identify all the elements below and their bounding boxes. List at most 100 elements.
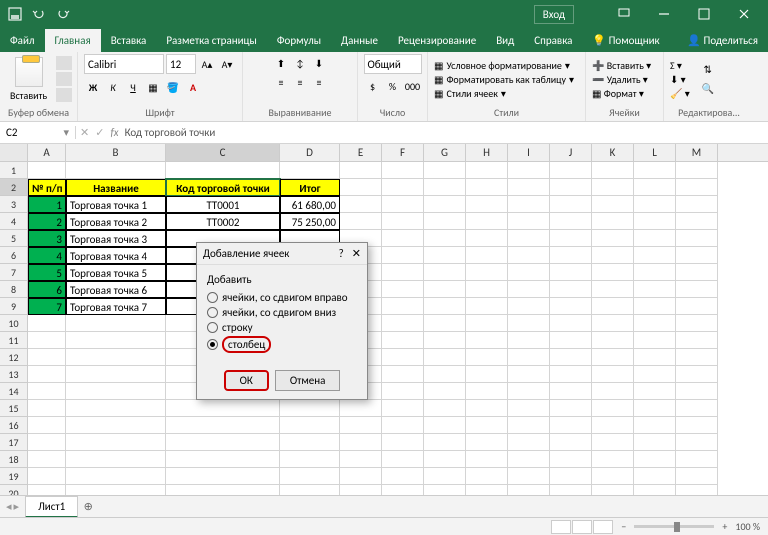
cell-F13[interactable] xyxy=(382,366,424,383)
cell-B5[interactable]: Торговая точка 3 xyxy=(66,230,166,247)
cell-J4[interactable] xyxy=(550,213,592,230)
cell-F2[interactable] xyxy=(382,179,424,196)
cell-K8[interactable] xyxy=(592,281,634,298)
cell-C2[interactable]: Код торговой точки xyxy=(166,179,280,196)
cell-K9[interactable] xyxy=(592,298,634,315)
cell-L9[interactable] xyxy=(634,298,676,315)
cell-H18[interactable] xyxy=(466,451,508,468)
row-header[interactable]: 18 xyxy=(0,451,28,468)
sheet-tab-1[interactable]: Лист1 xyxy=(25,496,78,518)
cell-J14[interactable] xyxy=(550,383,592,400)
cell-I12[interactable] xyxy=(508,349,550,366)
cell-K4[interactable] xyxy=(592,213,634,230)
cell-L10[interactable] xyxy=(634,315,676,332)
cell-D1[interactable] xyxy=(280,162,340,179)
cell-L15[interactable] xyxy=(634,400,676,417)
cell-H6[interactable] xyxy=(466,247,508,264)
tab-help[interactable]: Справка xyxy=(524,29,582,52)
column-header-B[interactable]: B xyxy=(66,144,166,161)
cell-B16[interactable] xyxy=(66,417,166,434)
cell-M19[interactable] xyxy=(676,468,718,485)
cell-F1[interactable] xyxy=(382,162,424,179)
page-layout-view-icon[interactable] xyxy=(572,520,592,534)
format-cells-button[interactable]: ▦ Формат ▾ xyxy=(592,87,651,100)
cell-A6[interactable]: 4 xyxy=(28,247,66,264)
cancel-formula-icon[interactable]: ✕ xyxy=(80,126,89,139)
font-color-icon[interactable]: A xyxy=(184,78,202,96)
zoom-in-icon[interactable]: + xyxy=(722,520,727,533)
cell-I2[interactable] xyxy=(508,179,550,196)
cell-J19[interactable] xyxy=(550,468,592,485)
close-icon[interactable] xyxy=(724,0,764,28)
dialog-close-icon[interactable]: ✕ xyxy=(352,247,361,260)
row-header[interactable]: 15 xyxy=(0,400,28,417)
cell-H1[interactable] xyxy=(466,162,508,179)
cell-L1[interactable] xyxy=(634,162,676,179)
cell-M1[interactable] xyxy=(676,162,718,179)
cell-B18[interactable] xyxy=(66,451,166,468)
cell-M2[interactable] xyxy=(676,179,718,196)
cell-K10[interactable] xyxy=(592,315,634,332)
align-right-icon[interactable]: ≡ xyxy=(310,73,328,91)
cell-M10[interactable] xyxy=(676,315,718,332)
cell-B13[interactable] xyxy=(66,366,166,383)
cell-I6[interactable] xyxy=(508,247,550,264)
cell-I11[interactable] xyxy=(508,332,550,349)
cell-B7[interactable]: Торговая точка 5 xyxy=(66,264,166,281)
cell-L19[interactable] xyxy=(634,468,676,485)
delete-cells-button[interactable]: ➖ Удалить ▾ xyxy=(592,73,651,86)
cell-M17[interactable] xyxy=(676,434,718,451)
cell-B19[interactable] xyxy=(66,468,166,485)
normal-view-icon[interactable] xyxy=(551,520,571,534)
cell-I3[interactable] xyxy=(508,196,550,213)
cell-K2[interactable] xyxy=(592,179,634,196)
name-box[interactable]: C2▾ xyxy=(0,126,76,139)
fill-icon[interactable]: ⬇ ▾ xyxy=(670,73,690,86)
grow-font-icon[interactable]: A▴ xyxy=(198,55,216,73)
cell-I10[interactable] xyxy=(508,315,550,332)
cell-F17[interactable] xyxy=(382,434,424,451)
cell-M6[interactable] xyxy=(676,247,718,264)
tab-layout[interactable]: Разметка страницы xyxy=(156,29,267,52)
fill-color-icon[interactable]: 🪣 xyxy=(164,78,182,96)
cell-M15[interactable] xyxy=(676,400,718,417)
shrink-font-icon[interactable]: A▾ xyxy=(218,55,236,73)
cell-G7[interactable] xyxy=(424,264,466,281)
zoom-slider[interactable] xyxy=(634,525,714,528)
row-header[interactable]: 10 xyxy=(0,315,28,332)
maximize-icon[interactable] xyxy=(684,0,724,28)
cell-H7[interactable] xyxy=(466,264,508,281)
number-format-combo[interactable]: Общий xyxy=(364,54,422,74)
cell-A9[interactable]: 7 xyxy=(28,298,66,315)
sort-filter-icon[interactable]: ⇅ xyxy=(699,61,717,79)
cell-H5[interactable] xyxy=(466,230,508,247)
dialog-help-icon[interactable]: ? xyxy=(339,247,344,260)
cell-H19[interactable] xyxy=(466,468,508,485)
row-header[interactable]: 13 xyxy=(0,366,28,383)
cell-H8[interactable] xyxy=(466,281,508,298)
cell-I17[interactable] xyxy=(508,434,550,451)
cell-L17[interactable] xyxy=(634,434,676,451)
row-header[interactable]: 12 xyxy=(0,349,28,366)
cell-A8[interactable]: 6 xyxy=(28,281,66,298)
zoom-level[interactable]: 100 % xyxy=(735,520,760,533)
cell-J13[interactable] xyxy=(550,366,592,383)
cell-F5[interactable] xyxy=(382,230,424,247)
row-header[interactable]: 19 xyxy=(0,468,28,485)
cell-J8[interactable] xyxy=(550,281,592,298)
cut-icon[interactable] xyxy=(56,56,72,70)
sheet-next-icon[interactable]: ▸ xyxy=(14,500,20,513)
cell-G18[interactable] xyxy=(424,451,466,468)
redo-icon[interactable] xyxy=(52,3,74,25)
cell-D3[interactable]: 61 680,00 xyxy=(280,196,340,213)
cell-F7[interactable] xyxy=(382,264,424,281)
tab-review[interactable]: Рецензирование xyxy=(388,29,486,52)
column-header-H[interactable]: H xyxy=(466,144,508,161)
cell-H15[interactable] xyxy=(466,400,508,417)
align-middle-icon[interactable]: ↕ xyxy=(291,54,309,72)
cell-K18[interactable] xyxy=(592,451,634,468)
row-header[interactable]: 4 xyxy=(0,213,28,230)
cell-D17[interactable] xyxy=(280,434,340,451)
cell-A13[interactable] xyxy=(28,366,66,383)
cell-A4[interactable]: 2 xyxy=(28,213,66,230)
